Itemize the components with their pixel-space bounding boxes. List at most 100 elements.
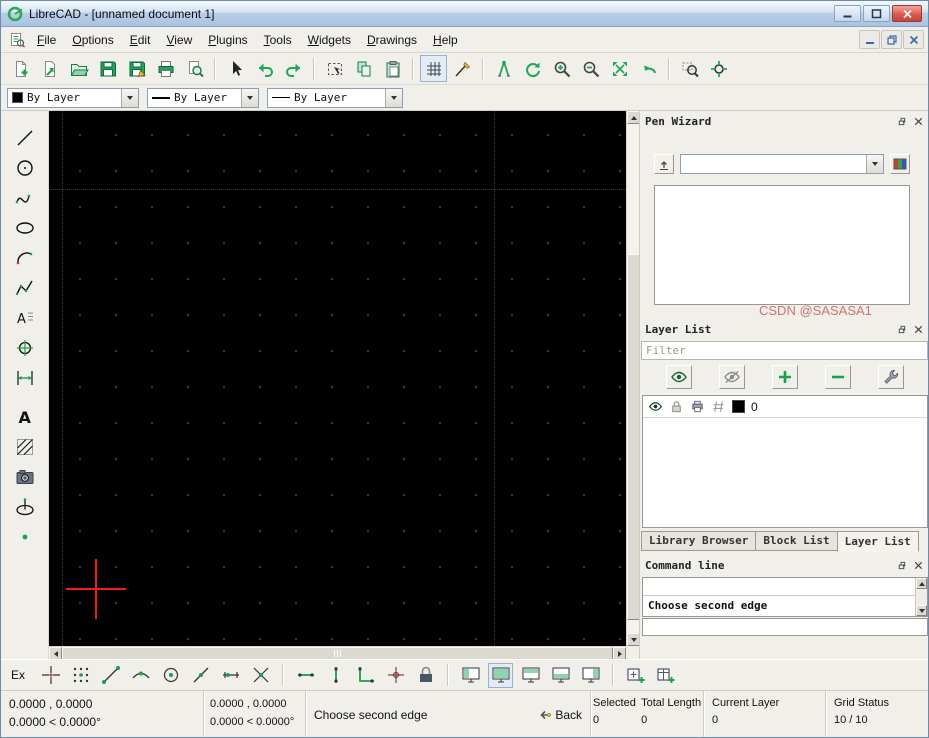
measure-button[interactable]: [490, 55, 517, 82]
select-window-button[interactable]: [321, 55, 348, 82]
selection-pointer-button[interactable]: [222, 55, 249, 82]
image-tool-button[interactable]: [12, 464, 38, 490]
redo-button[interactable]: [280, 55, 307, 82]
save-as-button[interactable]: [123, 55, 150, 82]
line-tool-button[interactable]: [12, 125, 38, 151]
undo-button[interactable]: [251, 55, 278, 82]
paste-button[interactable]: [379, 55, 406, 82]
snap-center-button[interactable]: [158, 663, 183, 688]
layer-lock-icon[interactable]: [669, 399, 684, 414]
menu-help[interactable]: Help: [425, 29, 466, 51]
set-relative-zero-button[interactable]: [383, 663, 408, 688]
add-widget-button[interactable]: [653, 663, 678, 688]
restrict-vertical-button[interactable]: [323, 663, 348, 688]
show-all-layers-button[interactable]: [666, 365, 692, 389]
menu-plugins[interactable]: Plugins: [200, 29, 255, 51]
hide-all-layers-button[interactable]: [719, 365, 745, 389]
snap-endpoint-button[interactable]: [98, 663, 123, 688]
dock-float-button[interactable]: [894, 114, 908, 128]
snap-intersection-button[interactable]: [248, 663, 273, 688]
zoom-window-button[interactable]: [676, 55, 703, 82]
horizontal-scrollbar[interactable]: [49, 646, 626, 659]
pen-linetype-combobox[interactable]: By Layer: [267, 88, 403, 108]
zoom-redraw-button[interactable]: [519, 55, 546, 82]
vertical-scrollbar[interactable]: [626, 111, 639, 646]
zoom-in-button[interactable]: [548, 55, 575, 82]
mdi-minimize-button[interactable]: [859, 30, 880, 49]
open-button[interactable]: [65, 55, 92, 82]
point-tool-button[interactable]: [12, 524, 38, 550]
dock-main-button[interactable]: [488, 663, 513, 688]
dock-top-button[interactable]: [518, 663, 543, 688]
dock-float-button[interactable]: [894, 558, 908, 572]
snap-free-button[interactable]: [38, 663, 63, 688]
arc-tool-button[interactable]: [12, 245, 38, 271]
pen-color-combobox[interactable]: By Layer: [7, 88, 139, 108]
layer-print-icon[interactable]: [690, 399, 705, 414]
command-history[interactable]: Choose second edge: [642, 577, 928, 617]
add-layer-button[interactable]: [772, 365, 798, 389]
dock-right-button[interactable]: [578, 663, 603, 688]
mtext-tool-button[interactable]: A: [12, 305, 38, 331]
combo-arrow-button[interactable]: [121, 89, 138, 107]
tab-library-browser[interactable]: Library Browser: [641, 531, 756, 551]
zoom-pan-button[interactable]: [705, 55, 732, 82]
snap-on-entity-button[interactable]: [128, 663, 153, 688]
restrict-horizontal-button[interactable]: [293, 663, 318, 688]
menu-view[interactable]: View: [158, 29, 200, 51]
layer-filter-input[interactable]: [641, 341, 928, 360]
hatch-tool-button[interactable]: [12, 434, 38, 460]
layer-name[interactable]: 0: [751, 400, 758, 414]
dock-left-button[interactable]: [458, 663, 483, 688]
combo-arrow-button[interactable]: [385, 89, 402, 107]
maximize-button[interactable]: [863, 5, 890, 22]
scroll-down-button[interactable]: [916, 605, 927, 616]
remove-layer-button[interactable]: [825, 365, 851, 389]
grid-toggle-button[interactable]: [420, 55, 447, 82]
pen-wizard-combobox[interactable]: [680, 154, 884, 174]
lock-relative-zero-button[interactable]: [413, 663, 438, 688]
circle-tool-button[interactable]: [12, 155, 38, 181]
layer-construction-icon[interactable]: [711, 399, 726, 414]
zoom-auto-button[interactable]: [606, 55, 633, 82]
tab-layer-list[interactable]: Layer List: [837, 531, 919, 552]
print-preview-button[interactable]: [181, 55, 208, 82]
layer-color-swatch[interactable]: [732, 400, 745, 413]
draft-mode-button[interactable]: [449, 55, 476, 82]
text-tool-button[interactable]: A: [12, 404, 38, 430]
add-toolbar-button[interactable]: [623, 663, 648, 688]
dock-float-button[interactable]: [894, 322, 908, 336]
snap-distance-button[interactable]: [218, 663, 243, 688]
mdi-close-button[interactable]: [903, 30, 924, 49]
scroll-up-button[interactable]: [916, 578, 927, 589]
spline-tool-button[interactable]: [12, 185, 38, 211]
minimize-button[interactable]: [834, 5, 861, 22]
menu-options[interactable]: Options: [64, 29, 121, 51]
command-input[interactable]: [643, 619, 927, 635]
dock-close-button[interactable]: [911, 322, 925, 336]
restrict-orthogonal-button[interactable]: [353, 663, 378, 688]
dock-bottom-button[interactable]: [548, 663, 573, 688]
edit-layer-button[interactable]: [878, 365, 904, 389]
print-button[interactable]: [152, 55, 179, 82]
zoom-previous-button[interactable]: [635, 55, 662, 82]
menu-tools[interactable]: Tools: [256, 29, 300, 51]
polyline-tool-button[interactable]: [12, 275, 38, 301]
new-from-template-button[interactable]: [36, 55, 63, 82]
block-tool-button[interactable]: [12, 494, 38, 520]
dock-close-button[interactable]: [911, 114, 925, 128]
snap-middle-button[interactable]: [188, 663, 213, 688]
snap-grid-button[interactable]: [68, 663, 93, 688]
menu-edit[interactable]: Edit: [122, 29, 159, 51]
layer-row[interactable]: 0: [643, 396, 927, 418]
dock-close-button[interactable]: [911, 558, 925, 572]
menu-file[interactable]: File: [29, 29, 64, 51]
tab-block-list[interactable]: Block List: [755, 531, 837, 551]
dimension-tool-button[interactable]: [12, 365, 38, 391]
layer-visibility-icon[interactable]: [648, 399, 663, 414]
combo-arrow-button[interactable]: [866, 155, 883, 173]
drawing-canvas[interactable]: [49, 111, 626, 646]
command-history-scrollbar[interactable]: [915, 578, 927, 616]
insert-block-tool-button[interactable]: [12, 335, 38, 361]
menu-widgets[interactable]: Widgets: [300, 29, 359, 51]
